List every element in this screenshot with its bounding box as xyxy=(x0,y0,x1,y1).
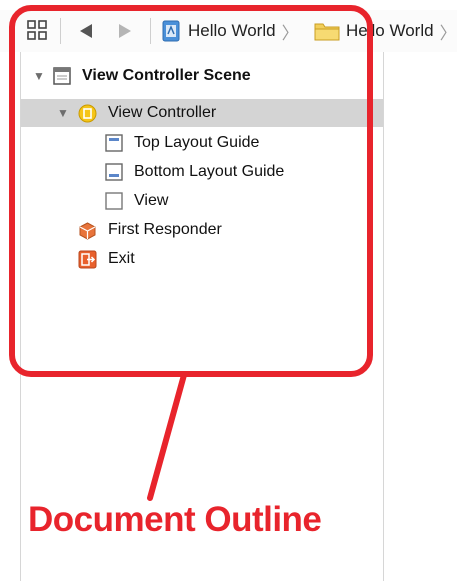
breadcrumb-label: Hello World xyxy=(188,21,276,40)
chevron-right-icon: 〉 xyxy=(439,23,457,43)
jump-bar: Hello World 〉 Hello World 〉 xyxy=(0,10,457,52)
outline-item-label: Top Layout Guide xyxy=(134,134,260,151)
outline-item-label: View Controller Scene xyxy=(82,67,251,84)
outline-item-label: View Controller xyxy=(108,104,217,121)
top-layout-guide-icon xyxy=(105,134,123,152)
outline-row-first-responder[interactable]: First Responder xyxy=(21,216,383,244)
outline-item-label: View xyxy=(134,192,169,209)
outline-row-top-layout-guide[interactable]: Top Layout Guide xyxy=(21,129,383,157)
related-items-grid-icon[interactable] xyxy=(27,20,47,40)
toolbar-divider xyxy=(60,18,61,44)
outline-row-bottom-layout-guide[interactable]: Bottom Layout Guide xyxy=(21,158,383,186)
forward-arrow-icon[interactable] xyxy=(118,23,132,39)
view-icon xyxy=(105,192,123,210)
outline-row-view[interactable]: View xyxy=(21,187,383,215)
bottom-layout-guide-icon xyxy=(105,163,123,181)
exit-icon xyxy=(78,250,97,269)
breadcrumb-label: Hello World xyxy=(346,21,434,40)
project-file-icon xyxy=(162,20,180,42)
scene-icon xyxy=(53,67,71,85)
outline-row-view-controller[interactable]: ▼ View Controller xyxy=(21,99,383,127)
outline-item-label: Bottom Layout Guide xyxy=(134,163,285,180)
disclosure-triangle-icon[interactable]: ▼ xyxy=(33,69,45,83)
back-arrow-icon[interactable] xyxy=(79,23,93,39)
outline-row-exit[interactable]: Exit xyxy=(21,245,383,273)
outline-item-label: Exit xyxy=(108,250,135,267)
toolbar-divider xyxy=(150,18,151,44)
view-controller-icon xyxy=(78,104,97,123)
breadcrumb-project[interactable]: Hello World 〉 xyxy=(162,20,299,43)
annotation-caption: Document Outline xyxy=(28,500,322,539)
disclosure-triangle-icon[interactable]: ▼ xyxy=(57,106,69,120)
breadcrumb-folder[interactable]: Hello World 〉 xyxy=(314,20,457,43)
folder-icon xyxy=(314,21,340,41)
first-responder-icon xyxy=(78,221,96,240)
outline-row-scene[interactable]: ▼ View Controller Scene xyxy=(21,62,383,90)
outline-item-label: First Responder xyxy=(108,221,222,238)
chevron-right-icon: 〉 xyxy=(281,23,299,43)
